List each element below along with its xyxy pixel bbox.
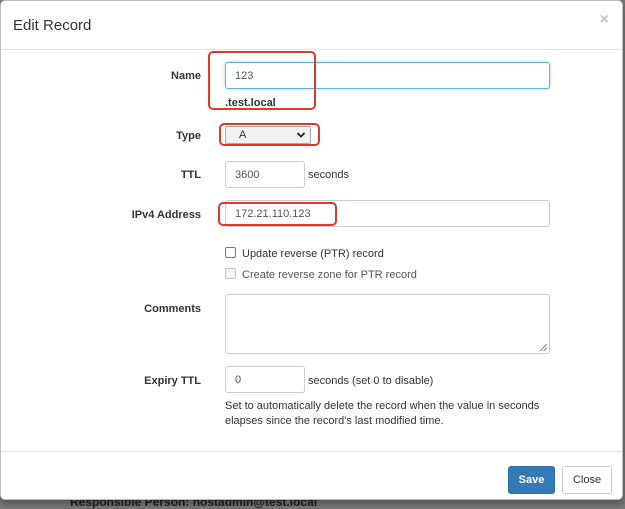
expiry-ttl-help-text: Set to automatically delete the record w… [225, 400, 540, 427]
comments-label: Comments [144, 303, 201, 315]
ipv4-annotation-highlight [218, 202, 337, 226]
ipv4-label: IPv4 Address [131, 209, 201, 221]
dialog-footer: Save Close [1, 451, 622, 501]
save-button[interactable]: Save [508, 466, 555, 494]
ttl-input[interactable] [225, 161, 305, 188]
dialog-header: Edit Record × [1, 1, 622, 50]
update-ptr-label: Update reverse (PTR) record [242, 248, 384, 260]
update-ptr-option[interactable]: Update reverse (PTR) record [225, 247, 384, 261]
create-reverse-zone-option: Create reverse zone for PTR record [225, 268, 417, 282]
type-annotation-highlight [219, 123, 320, 146]
close-button[interactable]: Close [562, 466, 612, 494]
expiry-ttl-unit: seconds (set 0 to disable) [308, 375, 434, 387]
comments-textarea[interactable] [225, 294, 550, 354]
ttl-label: TTL [180, 169, 201, 181]
create-reverse-zone-checkbox [225, 268, 236, 279]
update-ptr-checkbox[interactable] [225, 247, 236, 258]
ttl-unit: seconds [308, 169, 349, 181]
close-icon[interactable]: × [600, 11, 609, 29]
create-reverse-zone-label: Create reverse zone for PTR record [242, 269, 417, 281]
expiry-ttl-label: Expiry TTL [144, 375, 201, 387]
name-annotation-highlight [208, 51, 316, 110]
dialog-title: Edit Record [13, 17, 92, 34]
expiry-ttl-input[interactable] [225, 366, 305, 393]
resize-grip-icon[interactable] [539, 343, 547, 351]
name-label: Name [171, 70, 201, 82]
type-label: Type [176, 130, 201, 142]
